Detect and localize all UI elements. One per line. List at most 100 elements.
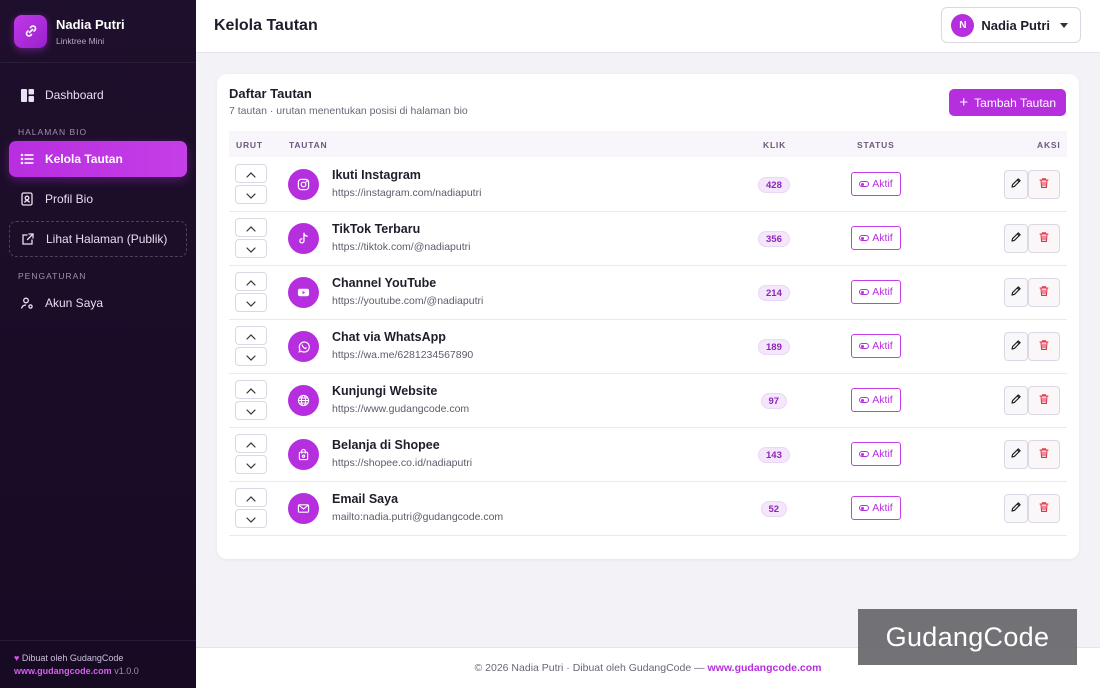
move-up-button[interactable] [235,272,267,291]
link-title: Ikuti Instagram [332,168,421,182]
link-title: Belanja di Shopee [332,438,440,452]
youtube-icon [288,277,319,308]
move-down-button[interactable] [235,509,267,528]
delete-button[interactable] [1028,278,1060,307]
sidebar-item-lihat-halaman[interactable]: Lihat Halaman (Publik) [9,221,187,257]
status-label: Aktif [872,232,893,244]
status-toggle-button[interactable]: Aktif [851,334,901,358]
link-url: https://www.gudangcode.com [332,403,470,415]
status-toggle-button[interactable]: Aktif [851,226,901,250]
edit-button[interactable] [1004,278,1028,307]
chevron-down-icon [246,402,256,420]
move-up-button[interactable] [235,434,267,453]
trash-icon [1038,392,1050,410]
col-order: URUT [236,140,263,150]
table-row: Belanja di Shopee https://shopee.co.id/n… [229,428,1067,482]
order-controls [235,488,267,530]
link-title: Channel YouTube [332,276,437,290]
sidebar-item-label: Akun Saya [45,296,104,310]
delete-button[interactable] [1028,224,1060,253]
table-header: URUT TAUTAN KLIK STATUS AKSI [229,131,1067,157]
move-down-button[interactable] [235,401,267,420]
delete-button[interactable] [1028,170,1060,199]
user-name: Nadia Putri [981,17,1050,33]
move-up-button[interactable] [235,488,267,507]
add-link-label: Tambah Tautan [974,95,1056,110]
edit-button[interactable] [1004,386,1028,415]
order-controls [235,326,267,368]
table-row: Kunjungi Website https://www.gudangcode.… [229,374,1067,428]
order-controls [235,218,267,260]
delete-button[interactable] [1028,494,1060,523]
toggle-icon [859,235,870,241]
sidebar-nav: Dashboard HALAMAN BIO Kelola Tautan Prof… [0,63,196,321]
edit-button[interactable] [1004,170,1028,199]
link-url: https://tiktok.com/@nadiaputri [332,241,471,253]
shopping-bag-icon [288,439,319,470]
made-by-text: Dibuat oleh GudangCode [21,653,124,663]
version-text: v1.0.0 [114,666,139,676]
status-toggle-button[interactable]: Aktif [851,388,901,412]
brand-subtitle: Linktree Mini [56,35,105,46]
caret-down-icon [1060,22,1068,28]
pencil-icon [1010,500,1022,518]
footer-site-link[interactable]: www.gudangcode.com [14,666,112,676]
status-toggle-button[interactable]: Aktif [851,442,901,466]
sidebar-item-profil-bio[interactable]: Profil Bio [9,181,187,217]
add-link-button[interactable]: + Tambah Tautan [949,89,1066,116]
plus-icon: + [959,94,969,111]
brand[interactable]: Nadia Putri Linktree Mini [0,0,196,63]
nav-section-bio: HALAMAN BIO [18,127,88,137]
brand-name: Nadia Putri [56,16,125,32]
sidebar-item-akun-saya[interactable]: Akun Saya [9,285,187,321]
move-up-button[interactable] [235,380,267,399]
delete-button[interactable] [1028,386,1060,415]
chevron-down-icon [246,294,256,312]
pencil-icon [1010,392,1022,410]
chevron-down-icon [246,240,256,258]
move-down-button[interactable] [235,239,267,258]
link-icon [14,14,47,48]
profile-card-icon [19,191,35,207]
table-row: Channel YouTube https://youtube.com/@nad… [229,266,1067,320]
col-actions: AKSI [1037,140,1061,150]
move-down-button[interactable] [235,347,267,366]
tiktok-icon [288,223,319,254]
move-up-button[interactable] [235,164,267,183]
status-toggle-button[interactable]: Aktif [851,280,901,304]
col-clicks: KLIK [763,140,787,150]
status-toggle-button[interactable]: Aktif [851,496,901,520]
move-down-button[interactable] [235,293,267,312]
pencil-icon [1010,338,1022,356]
status-toggle-button[interactable]: Aktif [851,172,901,196]
chevron-up-icon [246,165,256,183]
move-up-button[interactable] [235,326,267,345]
instagram-icon [288,169,319,200]
footer-site-link[interactable]: www.gudangcode.com [708,662,822,674]
edit-button[interactable] [1004,494,1028,523]
table-row: Email Saya mailto:nadia.putri@gudangcode… [229,482,1067,536]
delete-button[interactable] [1028,332,1060,361]
watermark: GudangCode [858,609,1077,665]
move-down-button[interactable] [235,455,267,474]
link-url: https://wa.me/6281234567890 [332,349,474,361]
trash-icon [1038,338,1050,356]
toggle-icon [859,289,870,295]
edit-button[interactable] [1004,440,1028,469]
edit-button[interactable] [1004,332,1028,361]
order-controls [235,380,267,422]
chevron-up-icon [246,489,256,507]
edit-button[interactable] [1004,224,1028,253]
user-menu-button[interactable]: N Nadia Putri [941,7,1081,43]
click-count-badge: 143 [758,447,790,463]
move-up-button[interactable] [235,218,267,237]
sidebar-item-dashboard[interactable]: Dashboard [9,77,187,113]
sidebar-item-kelola-tautan[interactable]: Kelola Tautan [9,141,187,177]
link-url: https://instagram.com/nadiaputri [332,187,482,199]
mail-icon [288,493,319,524]
move-down-button[interactable] [235,185,267,204]
click-count-badge: 189 [758,339,790,355]
table-row: TikTok Terbaru https://tiktok.com/@nadia… [229,212,1067,266]
status-label: Aktif [872,448,893,460]
delete-button[interactable] [1028,440,1060,469]
